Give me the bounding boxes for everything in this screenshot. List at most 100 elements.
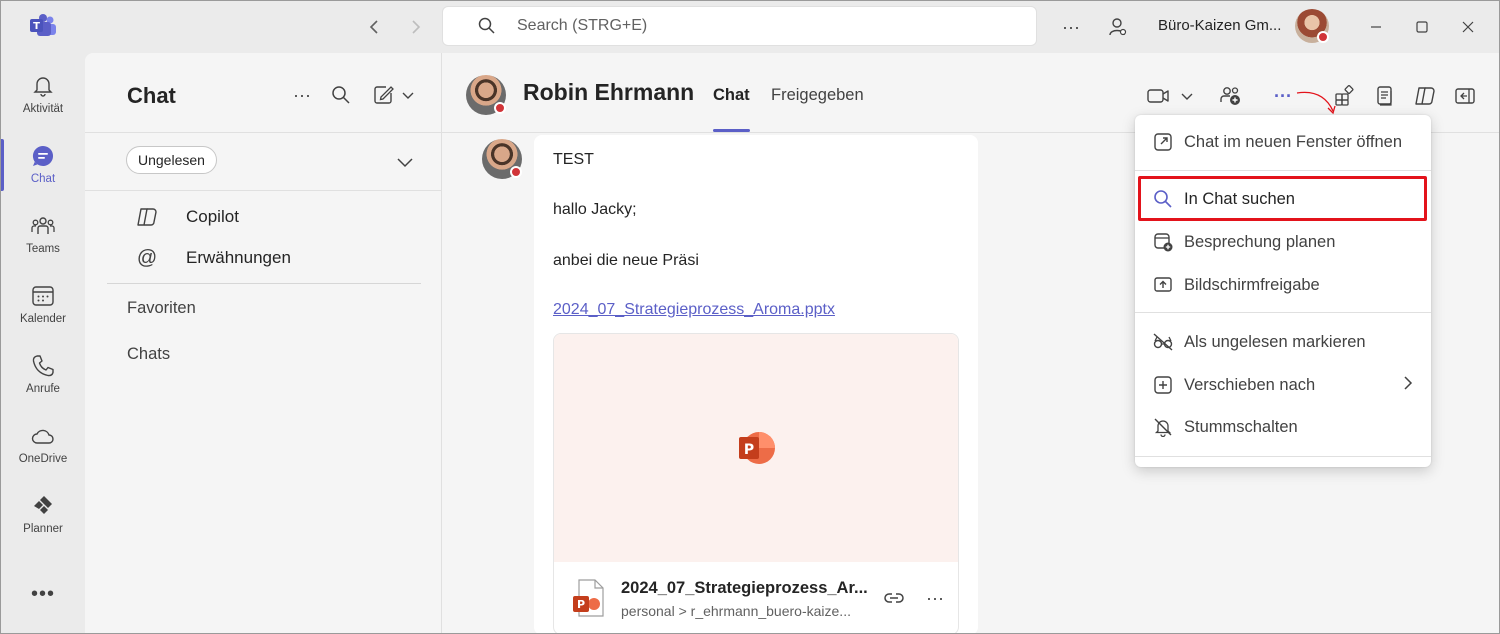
tab-shared[interactable]: Freigegeben <box>771 86 864 105</box>
section-favorites[interactable]: Favoriten <box>127 299 196 318</box>
add-people-icon <box>1220 87 1240 105</box>
rail-item-kalender[interactable]: Kalender <box>1 275 85 339</box>
svg-text:P: P <box>577 598 585 611</box>
popout-panel-button[interactable] <box>1452 83 1478 109</box>
teams-logo-icon[interactable]: T <box>29 13 57 39</box>
message-text: anbei die neue Präsi <box>553 252 699 269</box>
back-button[interactable] <box>361 14 387 40</box>
copilot-icon <box>1415 87 1435 105</box>
message-bubble: TEST hallo Jacky; anbei die neue Präsi 2… <box>534 135 978 633</box>
copy-link-button[interactable] <box>882 586 906 610</box>
forward-button[interactable] <box>403 14 429 40</box>
org-name[interactable]: Büro-Kaizen Gm... <box>1158 17 1281 34</box>
filter-unread-chip[interactable]: Ungelesen <box>126 146 217 174</box>
chevron-down-icon <box>397 158 413 168</box>
file-attachment-card[interactable]: P P 2024_07_Strategieprozess_Ar... perso… <box>553 333 959 633</box>
notes-button[interactable] <box>1372 83 1398 109</box>
message-text: TEST <box>553 151 594 168</box>
active-tab-indicator <box>713 129 750 132</box>
link-icon <box>884 593 904 603</box>
search-placeholder: Search (STRG+E) <box>517 17 648 34</box>
rail-item-teams[interactable]: Teams <box>1 205 85 269</box>
highlight-box <box>1138 176 1427 221</box>
rail-item-aktivitaet[interactable]: Aktivität <box>1 65 85 129</box>
video-camera-icon <box>1147 89 1193 103</box>
list-item-copilot[interactable]: Copilot <box>135 203 239 231</box>
file-preview[interactable]: P <box>554 334 958 562</box>
file-name[interactable]: 2024_07_Strategieprozess_Ar... <box>621 579 871 598</box>
divider <box>85 132 442 133</box>
search-icon <box>478 17 495 34</box>
rail-item-chat[interactable]: Chat <box>1 135 85 199</box>
menu-item-label: Besprechung planen <box>1184 232 1336 251</box>
minimize-button[interactable] <box>1364 15 1388 39</box>
section-chats[interactable]: Chats <box>127 345 170 364</box>
chat-search-button[interactable] <box>329 83 353 107</box>
rail-item-anrufe[interactable]: Anrufe <box>1 345 85 409</box>
chevron-right-icon <box>1403 375 1413 396</box>
rail-label: Anrufe <box>26 383 60 395</box>
contact-name[interactable]: Robin Ehrmann <box>523 79 694 106</box>
video-call-button[interactable] <box>1144 83 1198 109</box>
menu-item-label: Als ungelesen markieren <box>1184 332 1366 351</box>
new-chat-button[interactable] <box>371 83 417 107</box>
eye-off-icon <box>1152 331 1174 353</box>
presence-busy-icon <box>510 166 522 178</box>
svg-text:P: P <box>744 442 754 458</box>
menu-item-move-to[interactable]: Verschieben nach <box>1135 365 1431 405</box>
divider <box>1135 456 1431 457</box>
add-people-button[interactable] <box>1218 83 1244 109</box>
rail-label: Kalender <box>19 313 67 325</box>
menu-item-share-screen[interactable]: Bildschirmfreigabe <box>1135 265 1431 305</box>
planner-icon <box>34 496 52 514</box>
rail-item-onedrive[interactable]: OneDrive <box>1 415 85 479</box>
search-icon <box>332 86 350 104</box>
chat-icon <box>32 145 54 166</box>
bell-off-icon <box>1152 416 1174 438</box>
menu-item-label: Chat im neuen Fenster öffnen <box>1184 132 1402 151</box>
rail-label: Teams <box>26 243 60 255</box>
menu-item-mute[interactable]: Stummschalten <box>1135 407 1431 447</box>
chat-list-pane: Chat ··· Ungelesen Copilot @ Erwähnungen… <box>85 53 442 633</box>
file-more-button[interactable]: ··· <box>923 586 947 610</box>
app-rail: Aktivität Chat Teams Kalender Anrufe One… <box>1 53 85 633</box>
menu-item-open-new-window[interactable]: Chat im neuen Fenster öffnen <box>1135 122 1431 162</box>
close-button[interactable] <box>1456 15 1480 39</box>
menu-item-label: Verschieben nach <box>1184 375 1316 394</box>
rail-item-planner[interactable]: Planner <box>1 485 85 549</box>
presence-busy-icon <box>494 102 506 114</box>
list-item-label: Erwähnungen <box>186 248 291 267</box>
rail-label: Planner <box>23 523 63 535</box>
chat-list-more-button[interactable]: ··· <box>290 83 314 107</box>
collapse-filter-button[interactable] <box>393 150 417 174</box>
notes-icon <box>1377 86 1392 106</box>
menu-item-schedule-meeting[interactable]: Besprechung planen <box>1135 222 1431 262</box>
divider <box>107 283 421 284</box>
copilot-button[interactable] <box>1412 83 1438 109</box>
more-apps-button[interactable]: ••• <box>31 583 55 606</box>
people-settings-button[interactable] <box>1105 13 1131 41</box>
list-item-mentions[interactable]: @ Erwähnungen <box>135 244 291 272</box>
message-text: hallo Jacky; <box>553 201 637 218</box>
search-box[interactable]: Search (STRG+E) <box>442 6 1037 46</box>
title-bar: T Search (STRG+E) ··· Büro-Kaizen Gm... <box>1 1 1499 53</box>
maximize-icon <box>1416 21 1428 33</box>
maximize-button[interactable] <box>1410 15 1434 39</box>
chat-list-title: Chat <box>127 83 176 108</box>
more-options-menu: Chat im neuen Fenster öffnen In Chat suc… <box>1135 115 1431 467</box>
divider <box>1135 312 1431 313</box>
copilot-icon <box>135 205 159 229</box>
rail-label: OneDrive <box>18 453 68 465</box>
rail-label: Chat <box>30 173 56 185</box>
phone-icon <box>32 355 54 377</box>
tab-chat[interactable]: Chat <box>713 86 750 105</box>
rail-label: Aktivität <box>22 103 64 115</box>
panel-icon <box>1455 88 1475 104</box>
presence-busy-icon <box>1317 31 1329 43</box>
svg-text:T: T <box>33 21 40 32</box>
more-options-button[interactable]: ··· <box>1059 13 1083 41</box>
file-path: personal > r_ehrmann_buero-kaize... <box>621 603 851 619</box>
file-link[interactable]: 2024_07_Strategieprozess_Aroma.pptx <box>553 301 835 319</box>
menu-item-mark-unread[interactable]: Als ungelesen markieren <box>1135 322 1431 362</box>
teams-window: T Search (STRG+E) ··· Büro-Kaizen Gm... <box>0 0 1500 634</box>
